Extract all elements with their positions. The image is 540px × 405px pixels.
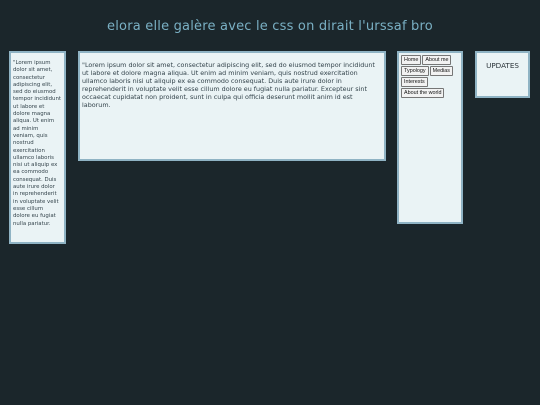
nav-home-button[interactable]: Home <box>401 55 422 65</box>
sidebar-text: "Lorem ipsum dolor sit amet, consectetur… <box>13 60 61 227</box>
nav-panel: Home About me Typology Medias Interests … <box>397 51 463 224</box>
nav-medias-button[interactable]: Medias <box>429 66 453 76</box>
nav-typology-button[interactable]: Typology <box>401 66 429 76</box>
updates-panel: UPDATES <box>475 51 530 98</box>
nav-about-the-world-button[interactable]: About the world <box>401 88 445 98</box>
page-title: elora elle galère avec le css on dirait … <box>107 19 433 34</box>
updates-label: UPDATES <box>486 61 519 70</box>
nav-buttons: Home About me Typology Medias Interests … <box>401 55 459 99</box>
main-content-panel: "Lorem ipsum dolor sit amet, consectetur… <box>78 51 386 161</box>
nav-about-me-button[interactable]: About me <box>422 55 452 65</box>
nav-interests-button[interactable]: Interests <box>401 77 428 87</box>
main-text: "Lorem ipsum dolor sit amet, consectetur… <box>82 61 375 109</box>
left-sidebar-panel: "Lorem ipsum dolor sit amet, consectetur… <box>9 51 66 244</box>
